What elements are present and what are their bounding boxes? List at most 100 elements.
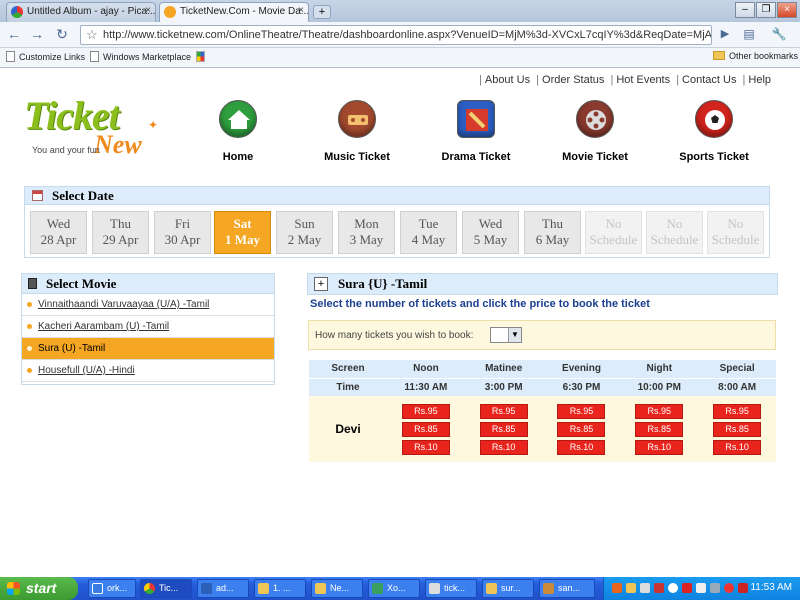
about-us-link[interactable]: About Us bbox=[485, 74, 530, 86]
network-icon[interactable] bbox=[710, 583, 720, 593]
booking-movie-title: Sura {U} -Tamil bbox=[338, 276, 428, 291]
tab-picasa[interactable]: Untitled Album - ajay - Pica... × bbox=[6, 2, 156, 22]
minimize-button[interactable]: – bbox=[735, 2, 755, 18]
taskbar-item[interactable]: ad... bbox=[197, 579, 249, 598]
select-movie-panel: Select Movie Vinnaithaandi Varuvaayaa (U… bbox=[21, 273, 275, 385]
address-bar[interactable]: ☆ http://www.ticketnew.com/OnlineTheatre… bbox=[80, 25, 712, 45]
tray-icon[interactable] bbox=[626, 583, 636, 593]
movie-item-sura[interactable]: Sura (U) -Tamil bbox=[22, 338, 274, 360]
price-button[interactable]: Rs.85 bbox=[713, 421, 762, 437]
tray-icon[interactable] bbox=[654, 583, 664, 593]
ticketnew-logo[interactable]: Ticket New You and your fun ✦ bbox=[24, 92, 164, 164]
price-cell-night: Rs.95 Rs.85 Rs.10 bbox=[620, 396, 699, 462]
other-bookmarks[interactable]: Other bookmarks bbox=[713, 51, 798, 61]
nav-home[interactable]: Home bbox=[183, 100, 293, 163]
price-button[interactable]: Rs.95 bbox=[713, 403, 762, 419]
taskbar-item[interactable]: Xo... bbox=[368, 579, 420, 598]
page-menu-icon[interactable]: ▤ bbox=[740, 26, 758, 44]
date-sat-1-may[interactable]: Sat 1 May bbox=[214, 211, 271, 254]
price-cell-matinee: Rs.95 Rs.85 Rs.10 bbox=[464, 396, 543, 462]
order-status-link[interactable]: Order Status bbox=[542, 74, 604, 86]
tray-icon[interactable] bbox=[612, 583, 622, 593]
bookmark-customize-links[interactable]: Customize Links bbox=[6, 51, 85, 62]
price-button[interactable]: Rs.10 bbox=[401, 439, 450, 455]
shield-icon[interactable] bbox=[682, 583, 692, 593]
price-button[interactable]: Rs.85 bbox=[401, 421, 450, 437]
browser-toolbar: ← → ↻ ☆ http://www.ticketnew.com/OnlineT… bbox=[0, 22, 800, 48]
page-icon bbox=[6, 51, 15, 62]
tray-icon[interactable] bbox=[738, 583, 748, 593]
nav-drama-ticket[interactable]: Drama Ticket bbox=[421, 100, 531, 163]
chrome-icon bbox=[144, 583, 155, 594]
bookmark-google[interactable] bbox=[196, 51, 209, 62]
date-thu-29-apr[interactable]: Thu 29 Apr bbox=[92, 211, 149, 254]
app-icon bbox=[258, 583, 269, 594]
close-icon[interactable]: × bbox=[145, 5, 151, 16]
bookmark-windows-marketplace[interactable]: Windows Marketplace bbox=[90, 51, 191, 62]
date-wed-28-apr[interactable]: Wed 28 Apr bbox=[30, 211, 87, 254]
price-button[interactable]: Rs.95 bbox=[401, 403, 450, 419]
price-button[interactable]: Rs.10 bbox=[713, 439, 762, 455]
help-link[interactable]: Help bbox=[748, 74, 771, 86]
bullet-icon bbox=[27, 302, 32, 307]
star-icon[interactable]: ☆ bbox=[86, 26, 98, 44]
close-icon[interactable]: × bbox=[298, 5, 304, 16]
taskbar-item[interactable]: san... bbox=[539, 579, 595, 598]
tab-ticketnew[interactable]: TicketNew.Com - Movie Da... × bbox=[159, 2, 309, 22]
taskbar-item[interactable]: sur... bbox=[482, 579, 534, 598]
price-button[interactable]: Rs.85 bbox=[479, 421, 528, 437]
price-button[interactable]: Rs.10 bbox=[557, 439, 606, 455]
taskbar-item[interactable]: tick... bbox=[425, 579, 477, 598]
tray-icon[interactable] bbox=[724, 583, 734, 593]
price-button[interactable]: Rs.95 bbox=[635, 403, 684, 419]
movie-item-vinnaithaandi[interactable]: Vinnaithaandi Varuvaayaa (U/A) -Tamil bbox=[22, 294, 274, 316]
screen-name: Devi bbox=[309, 396, 387, 462]
taskbar-item[interactable]: 1. ... bbox=[254, 579, 306, 598]
taskbar-item[interactable]: ork... bbox=[88, 579, 136, 598]
window-close-button[interactable]: × bbox=[777, 2, 797, 18]
date-no-schedule: No Schedule bbox=[646, 211, 703, 254]
price-button[interactable]: Rs.95 bbox=[479, 403, 528, 419]
wrench-icon[interactable]: 🔧 bbox=[770, 26, 788, 44]
nav-movie-ticket[interactable]: Movie Ticket bbox=[540, 100, 650, 163]
back-arrow-icon[interactable]: ← bbox=[5, 26, 23, 44]
date-mon-3-may[interactable]: Mon 3 May bbox=[338, 211, 395, 254]
restore-button[interactable]: ❐ bbox=[756, 2, 776, 18]
price-button[interactable]: Rs.10 bbox=[479, 439, 528, 455]
movie-item-kacheri-aarambam[interactable]: Kacheri Aarambam (U) -Tamil bbox=[22, 316, 274, 338]
expand-button[interactable]: + bbox=[314, 277, 328, 291]
tray-icon[interactable] bbox=[640, 583, 650, 593]
contact-us-link[interactable]: Contact Us bbox=[682, 74, 736, 86]
speaker-icon[interactable] bbox=[696, 583, 706, 593]
price-button[interactable]: Rs.85 bbox=[635, 421, 684, 437]
new-tab-button[interactable]: + bbox=[313, 5, 331, 19]
hot-events-link[interactable]: Hot Events bbox=[616, 74, 670, 86]
forward-arrow-icon[interactable]: → bbox=[28, 26, 46, 44]
tray-icon[interactable] bbox=[668, 583, 678, 593]
ticket-count-select[interactable]: ▼ bbox=[490, 327, 522, 343]
date-sun-2-may[interactable]: Sun 2 May bbox=[276, 211, 333, 254]
go-icon[interactable]: ▶ bbox=[716, 26, 734, 44]
movie-item-housefull[interactable]: Housefull (U/A) -Hindi bbox=[22, 360, 274, 382]
price-button[interactable]: Rs.95 bbox=[557, 403, 606, 419]
price-button[interactable]: Rs.85 bbox=[557, 421, 606, 437]
date-fri-30-apr[interactable]: Fri 30 Apr bbox=[154, 211, 211, 254]
start-button[interactable]: start bbox=[0, 577, 78, 600]
time-night: 10:00 PM bbox=[620, 378, 699, 396]
nav-sports-ticket[interactable]: Sports Ticket bbox=[659, 100, 769, 163]
ticket-count-row: How many tickets you wish to book: ▼ bbox=[308, 320, 776, 350]
taskbar-item[interactable]: Ne... bbox=[311, 579, 363, 598]
reload-icon[interactable]: ↻ bbox=[53, 26, 71, 44]
price-cell-evening: Rs.95 Rs.85 Rs.10 bbox=[542, 396, 621, 462]
bullet-icon bbox=[27, 324, 32, 329]
date-thu-6-may[interactable]: Thu 6 May bbox=[524, 211, 581, 254]
screen-header: Screen bbox=[309, 360, 387, 379]
nav-music-ticket[interactable]: Music Ticket bbox=[302, 100, 412, 163]
price-button[interactable]: Rs.10 bbox=[635, 439, 684, 455]
date-wed-5-may[interactable]: Wed 5 May bbox=[462, 211, 519, 254]
page-icon bbox=[90, 51, 99, 62]
screen: Untitled Album - ajay - Pica... × Ticket… bbox=[0, 0, 800, 600]
date-tue-4-may[interactable]: Tue 4 May bbox=[400, 211, 457, 254]
taskbar-item-active[interactable]: Tic... bbox=[140, 579, 192, 598]
nav-label: Drama Ticket bbox=[441, 151, 511, 163]
